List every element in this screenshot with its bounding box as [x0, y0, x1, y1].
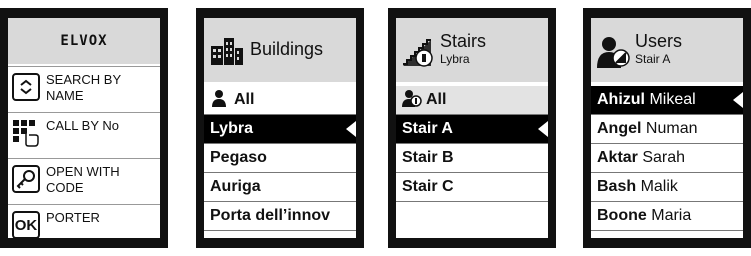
page-subtitle: Lybra: [440, 52, 470, 66]
buildings-list: All Lybra Pegaso Auriga Porta dell’innov: [204, 86, 356, 238]
page-title: Buildings: [250, 39, 324, 59]
menu-item-open-with-code[interactable]: OPEN WITH CODE: [8, 158, 160, 203]
list-item-user[interactable]: Bash Malik: [591, 173, 743, 202]
menu-screen: ELVOX SEARCH BY NAME CALL BY No OPEN WIT…: [0, 8, 168, 248]
list-item[interactable]: Stair B: [396, 144, 548, 173]
stairs-screen: Stairs Lybra All Stair A Stair B Stair C: [388, 8, 556, 248]
menu-item-label: SEARCH BY NAME: [46, 72, 121, 103]
menu-item-label: PORTER: [46, 210, 100, 225]
users-display: Users Stair A Ahizul Mikeal Angel Numan …: [591, 18, 743, 238]
users-icon: [597, 36, 631, 68]
list-item-user[interactable]: Ahizul Mikeal: [591, 86, 743, 115]
person-icon: [210, 89, 230, 107]
menu-item-search-by-name[interactable]: SEARCH BY NAME: [8, 66, 160, 111]
search-scroll-icon: [12, 73, 40, 101]
menu-item-porter[interactable]: OK PORTER: [8, 204, 160, 238]
list-item-user[interactable]: Angel Numan: [591, 115, 743, 144]
buildings-icon: [210, 36, 244, 66]
main-menu: SEARCH BY NAME CALL BY No OPEN WITH CODE…: [8, 66, 160, 238]
list-item[interactable]: Auriga: [204, 173, 356, 202]
list-item[interactable]: Porta dell’innov: [204, 202, 356, 231]
users-list: Ahizul Mikeal Angel Numan Aktar Sarah Ba…: [591, 86, 743, 238]
page-subtitle: Stair A: [635, 52, 671, 66]
list-item-all[interactable]: All: [396, 86, 548, 115]
buildings-display: Buildings All Lybra Pegaso Auriga Porta …: [204, 18, 356, 238]
stairs-header: Stairs Lybra: [396, 18, 548, 82]
list-item-user[interactable]: Aktar Sarah: [591, 144, 743, 173]
brand-logo: ELVOX: [8, 18, 160, 64]
key-icon: [12, 165, 40, 193]
stairs-list: All Stair A Stair B Stair C: [396, 86, 548, 238]
page-title: Users: [635, 31, 683, 51]
list-item-all[interactable]: All: [204, 86, 356, 115]
ok-icon: OK: [12, 211, 40, 238]
menu-item-label: OPEN WITH CODE: [46, 164, 120, 195]
keypad-icon: [12, 119, 40, 147]
list-item[interactable]: Pegaso: [204, 144, 356, 173]
users-screen: Users Stair A Ahizul Mikeal Angel Numan …: [583, 8, 751, 248]
list-item[interactable]: Stair A: [396, 115, 548, 144]
stairs-icon: [402, 36, 436, 67]
menu-display: ELVOX SEARCH BY NAME CALL BY No OPEN WIT…: [8, 18, 160, 238]
list-item[interactable]: Stair C: [396, 173, 548, 202]
buildings-header: Buildings: [204, 18, 356, 82]
users-icon: [402, 89, 422, 107]
menu-item-call-by-number[interactable]: CALL BY No: [8, 112, 160, 157]
buildings-screen: Buildings All Lybra Pegaso Auriga Porta …: [196, 8, 364, 248]
menu-item-label: CALL BY No: [46, 118, 119, 133]
page-title: Stairs: [440, 31, 487, 51]
list-item[interactable]: Lybra: [204, 115, 356, 144]
users-header: Users Stair A: [591, 18, 743, 82]
stairs-display: Stairs Lybra All Stair A Stair B Stair C: [396, 18, 548, 238]
list-item-user[interactable]: Boone Maria: [591, 202, 743, 231]
